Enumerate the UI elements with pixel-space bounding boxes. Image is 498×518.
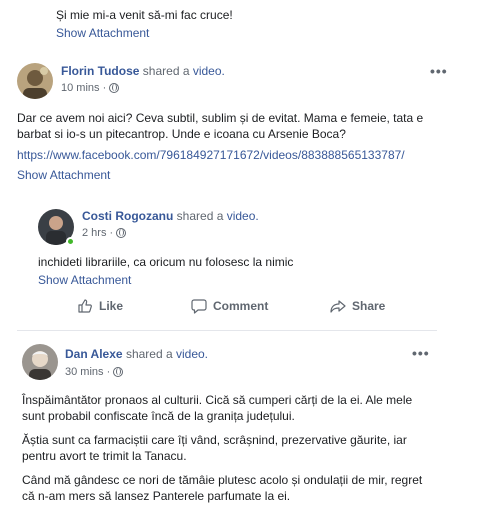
avatar[interactable] [17, 63, 53, 99]
like-label: Like [99, 299, 124, 313]
author-name[interactable]: Costi Rogozanu [82, 209, 173, 223]
avatar[interactable] [22, 344, 58, 380]
post-florin: Florin Tudose shared a video. 10 mins · … [0, 52, 498, 192]
video-link[interactable]: video. [227, 209, 259, 223]
show-attachment-link[interactable]: Show Attachment [38, 273, 131, 287]
shared-label: shared a video. [142, 64, 225, 78]
comment-text: Și mie mi-a venit să-mi fac cruce! [56, 8, 233, 22]
video-link[interactable]: video. [176, 347, 208, 361]
shared-label: shared a video. [125, 347, 209, 361]
show-attachment-link[interactable]: Show Attachment [56, 26, 149, 40]
timestamp[interactable]: 2 hrs · [82, 227, 113, 239]
comment-button[interactable]: Comment [191, 298, 268, 314]
post-meta: 2 hrs · [82, 227, 127, 239]
post-meta: 10 mins · [61, 82, 120, 94]
show-attachment-link[interactable]: Show Attachment [17, 168, 110, 182]
post-dan: Dan Alexe shared a video. 30 mins · ••• … [0, 337, 498, 518]
more-options-icon[interactable]: ••• [430, 63, 448, 79]
thumbs-up-icon [78, 299, 92, 313]
post-paragraph: Când mă gândesc ce nori de tămâie plutes… [22, 473, 423, 503]
post-text: inchideti librariile, ca oricum nu folos… [38, 255, 294, 269]
video-link[interactable]: video. [193, 64, 225, 78]
post-paragraph: Înspăimântător pronaos al culturii. Cică… [22, 393, 413, 423]
post-url-link[interactable]: https://www.facebook.com/796184927171672… [17, 148, 405, 162]
author-name[interactable]: Florin Tudose [61, 64, 139, 78]
comment-label: Comment [213, 299, 269, 313]
shared-label: shared a video. [176, 209, 259, 223]
post-paragraph: Ăștia sunt ca farmaciștii care îți vând,… [22, 433, 407, 463]
post-costi: Costi Rogozanu shared a video. 2 hrs · i… [0, 200, 498, 290]
post-text: Dar ce avem noi aici? Ceva subtil, subli… [17, 111, 424, 141]
more-options-icon[interactable]: ••• [412, 345, 430, 361]
share-arrow-icon [330, 300, 346, 313]
comment-icon [191, 299, 207, 314]
timestamp[interactable]: 10 mins · [61, 82, 106, 94]
share-button[interactable]: Share [330, 298, 385, 314]
divider [17, 330, 437, 331]
author-name[interactable]: Dan Alexe [65, 347, 123, 361]
post-meta: 30 mins · [65, 366, 124, 378]
globe-icon [116, 228, 127, 238]
globe-icon [113, 367, 124, 377]
share-label: Share [352, 299, 386, 313]
timestamp[interactable]: 30 mins · [65, 366, 110, 378]
online-status-indicator [66, 237, 75, 246]
globe-icon [109, 83, 120, 93]
like-button[interactable]: Like [77, 298, 123, 314]
action-bar: Like Comment Share [0, 296, 498, 318]
